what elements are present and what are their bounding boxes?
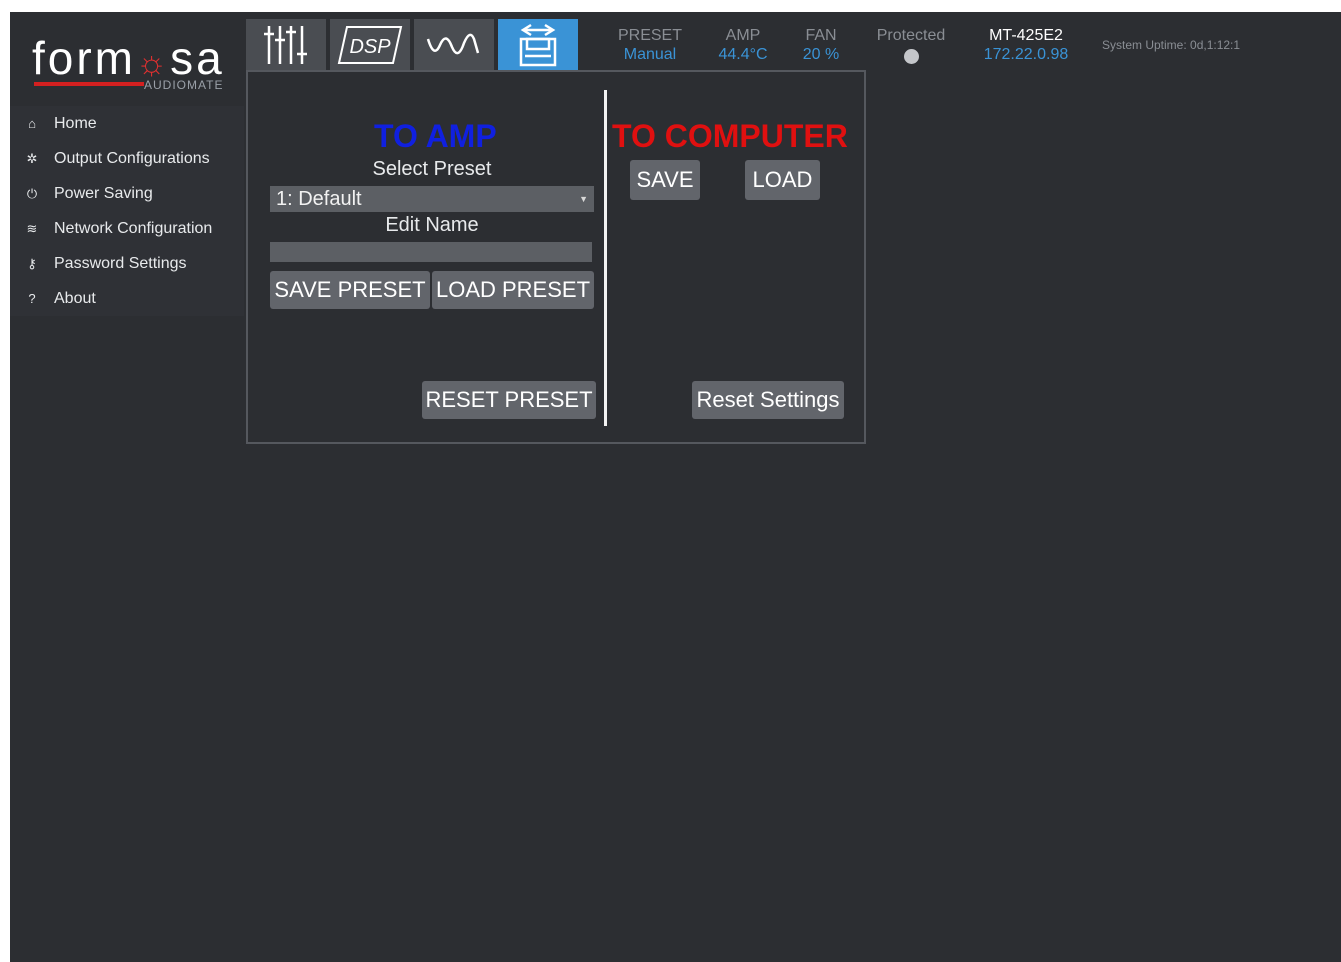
sidebar-item-network-configuration[interactable]: ≋ Network Configuration [10,211,244,246]
device-model: MT-425E2 [989,27,1063,44]
load-from-computer-button[interactable]: LOAD [745,160,820,200]
status-fan: FAN 20 % [796,26,846,64]
waveform-icon [426,33,480,55]
tab-sliders[interactable] [246,19,326,71]
formosa-logo: form☼sa AUDIOMATE [32,32,238,94]
preset-name-input[interactable] [270,242,592,262]
sidebar-item-about[interactable]: ? About [10,281,244,316]
to-computer-heading: TO COMPUTER [612,118,848,154]
power-icon: ⏻ [26,185,38,201]
tab-dsp[interactable]: DSP [330,19,410,71]
logo-underline [34,82,144,86]
logo-brand-prefix: form [32,32,136,84]
dsp-label: DSP [349,36,391,58]
status-preset: PRESET Manual [610,26,690,64]
status-protected-label: Protected [876,27,946,44]
wifi-icon: ≋ [26,220,38,236]
app-window: form☼sa AUDIOMATE ⌂ Home ✲ Output Config… [10,12,1341,962]
transfer-icon [519,23,557,67]
save-preset-button[interactable]: SAVE PRESET [270,271,430,309]
logo-mark-icon: ☼ [136,44,171,82]
select-preset-label: Select Preset [372,158,492,180]
tab-waveform[interactable] [414,19,494,71]
protected-indicator-icon [903,49,919,64]
edit-name-label: Edit Name [385,214,479,236]
sidebar-item-label: About [54,289,96,307]
load-preset-button[interactable]: LOAD PRESET [432,271,594,309]
sidebar: ⌂ Home ✲ Output Configurations ⏻ Power S… [10,106,244,316]
sidebar-item-power-saving[interactable]: ⏻ Power Saving [10,176,244,211]
reset-settings-button[interactable]: Reset Settings [692,381,844,419]
preset-transfer-panel: TO AMP Select Preset 1: Default ▼ Edit N… [246,70,866,444]
system-uptime: System Uptime: 0d,1:12:1 [1102,38,1241,52]
sliders-icon [264,26,307,64]
sidebar-item-label: Power Saving [54,184,153,202]
sidebar-item-password-settings[interactable]: ⚷ Password Settings [10,246,244,281]
question-icon: ? [28,291,36,306]
device-info: MT-425E2 172.22.0.98 [976,26,1076,64]
reset-preset-button[interactable]: RESET PRESET [422,381,596,419]
preset-select[interactable]: 1: Default ▼ [270,186,594,212]
status-fan-label: FAN [805,27,837,44]
to-amp-heading: TO AMP [374,118,497,154]
sidebar-item-label: Network Configuration [54,219,213,237]
home-icon: ⌂ [28,116,36,131]
panel-divider [604,90,607,426]
sidebar-item-output-configurations[interactable]: ✲ Output Configurations [10,141,244,176]
device-ip: 172.22.0.98 [983,46,1069,63]
gear-icon: ✲ [26,150,38,166]
status-amp-value: 44.4°C [718,46,768,63]
sidebar-item-label: Password Settings [54,254,187,272]
sidebar-item-label: Home [54,114,97,132]
status-fan-value: 20 % [802,46,840,63]
chevron-down-icon: ▼ [579,194,588,204]
logo-brand-suffix: sa [170,32,225,84]
status-preset-label: PRESET [617,27,682,44]
status-preset-value: Manual [623,46,677,63]
tab-transfer[interactable] [498,19,578,71]
sidebar-item-label: Output Configurations [54,149,210,167]
key-icon: ⚷ [27,255,37,271]
dsp-icon: DSP [337,26,403,64]
status-amp-label: AMP [725,27,761,44]
save-to-computer-button[interactable]: SAVE [630,160,700,200]
status-amp: AMP 44.4°C [710,26,776,64]
status-protected: Protected [870,26,952,69]
sidebar-item-home[interactable]: ⌂ Home [10,106,244,141]
logo-subtitle: AUDIOMATE [144,78,224,92]
preset-select-value: 1: Default [276,187,362,210]
